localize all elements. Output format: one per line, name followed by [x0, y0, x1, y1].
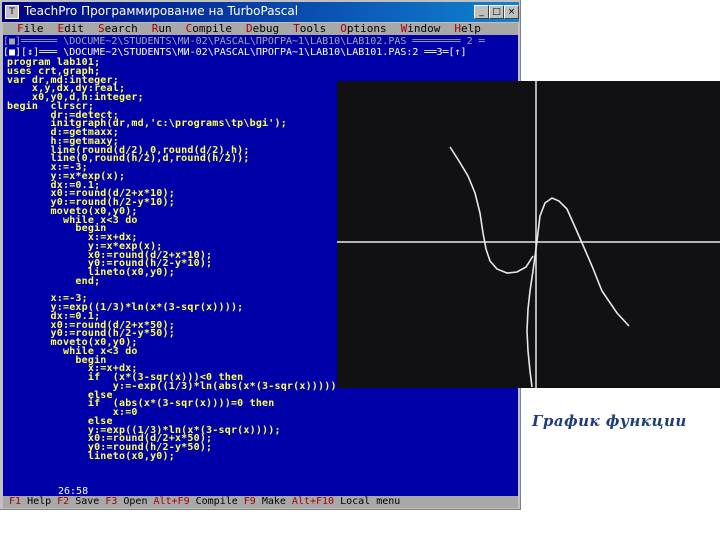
menu-help[interactable]: Help: [454, 23, 481, 35]
menu-compile[interactable]: Compile: [186, 23, 232, 35]
status-bar: F1 Help F2 Save F3 Open Alt+F9 Compile F9 Ma…: [3, 496, 518, 508]
status-make[interactable]: F9 Make: [244, 496, 286, 508]
curve-x-exp-x: [449, 146, 534, 274]
close-button[interactable]: ×: [504, 5, 519, 19]
curve-cube-root: [526, 197, 630, 388]
menu-file[interactable]: File: [17, 23, 44, 35]
status-local-menu[interactable]: Alt+F10 Local menu: [292, 496, 400, 508]
menu-search[interactable]: Search: [98, 23, 138, 35]
window-titlebar[interactable]: T TeachPro Программирование на TurboPasc…: [2, 2, 519, 22]
status-open[interactable]: F3 Open: [105, 496, 147, 508]
menu-run[interactable]: Run: [152, 23, 172, 35]
back-window-frame[interactable]: [■]══════ \DOCUME~2\STUDENTS\МИ-02\PASCA…: [3, 36, 518, 47]
menu-window[interactable]: Window: [401, 23, 441, 35]
menu-tools[interactable]: Tools: [293, 23, 326, 35]
maximize-button[interactable]: □: [489, 5, 504, 19]
graph-caption: График функции: [532, 412, 687, 430]
status-compile[interactable]: Alt+F9 Compile: [153, 496, 237, 508]
minimize-button[interactable]: _: [474, 5, 489, 19]
menu-edit[interactable]: Edit: [58, 23, 85, 35]
status-save[interactable]: F2 Save: [57, 496, 99, 508]
menu-bar: File Edit Search Run Compile Debug Tools Option…: [3, 23, 518, 35]
status-help[interactable]: F1 Help: [9, 496, 51, 508]
code-editor[interactable]: program lab101; uses crt,graph; var dr,m…: [7, 58, 337, 462]
window-title: TeachPro Программирование на TurboPascal: [24, 4, 299, 18]
function-graph-photo: [337, 81, 720, 388]
graph-canvas: [337, 81, 720, 388]
app-icon: T: [5, 5, 19, 19]
menu-debug[interactable]: Debug: [246, 23, 279, 35]
menu-options[interactable]: Options: [340, 23, 386, 35]
